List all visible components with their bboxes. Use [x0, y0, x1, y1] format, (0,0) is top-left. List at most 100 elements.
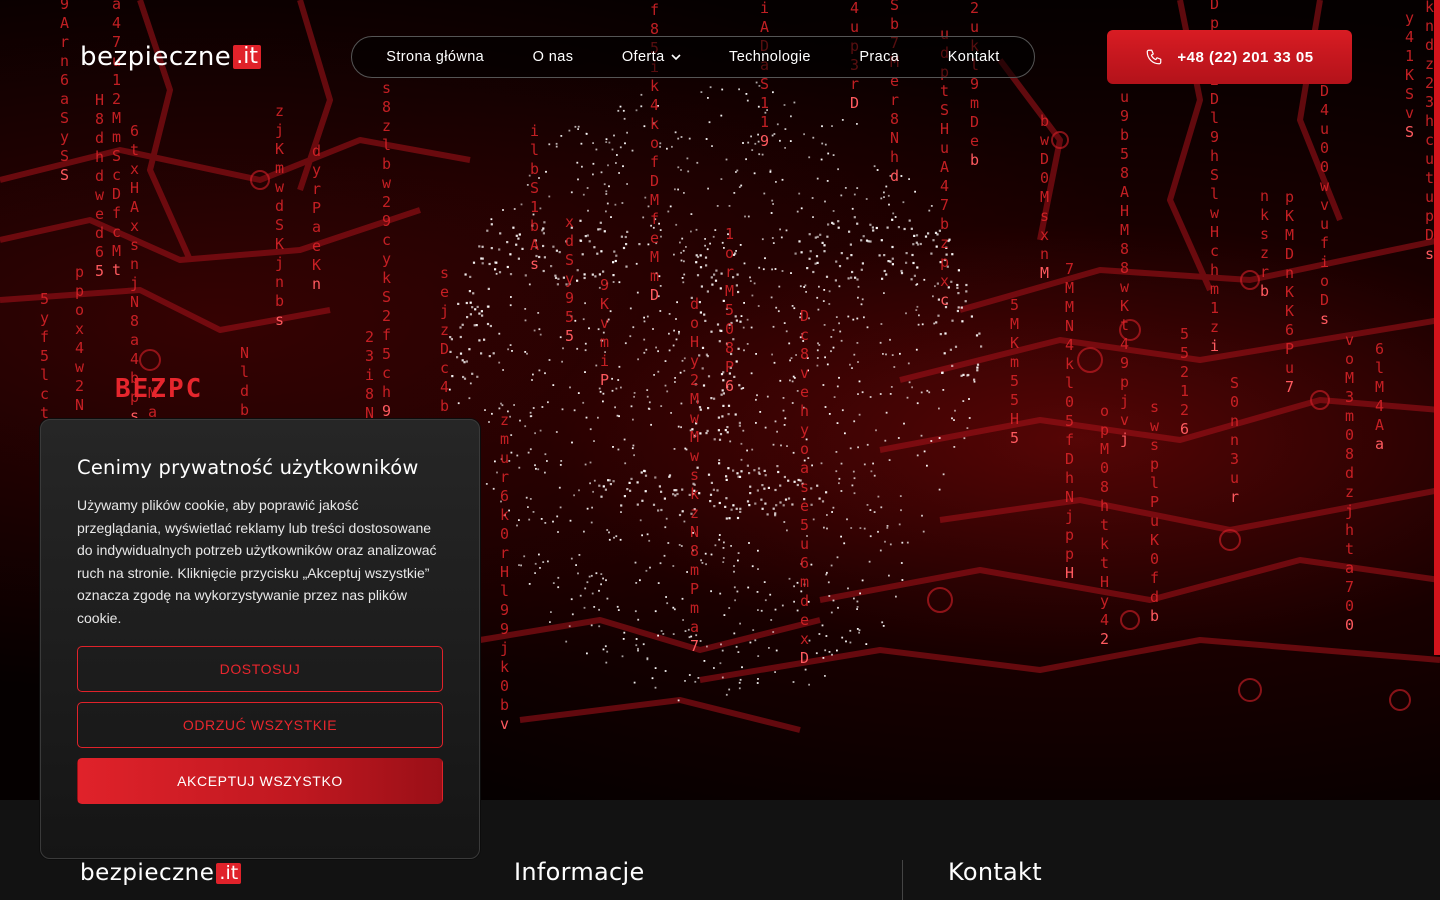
svg-text:1: 1 [1210, 299, 1219, 317]
nav-item-about[interactable]: O nas [533, 49, 574, 65]
svg-text:D: D [650, 286, 659, 304]
cookie-consent-dialog: Cenimy prywatność użytkowników Używamy p… [40, 419, 480, 859]
svg-text:5: 5 [1180, 344, 1189, 362]
svg-text:P: P [600, 371, 609, 389]
svg-text:2: 2 [1425, 74, 1434, 92]
svg-text:m: m [500, 430, 509, 448]
svg-text:w: w [690, 447, 700, 465]
svg-text:D: D [850, 94, 859, 112]
svg-text:M: M [690, 428, 699, 446]
svg-text:j: j [1345, 502, 1354, 520]
svg-text:D: D [440, 340, 449, 358]
svg-text:4: 4 [1120, 335, 1129, 353]
svg-text:a: a [690, 618, 699, 636]
svg-text:p: p [1065, 545, 1074, 563]
svg-text:6: 6 [800, 554, 809, 572]
svg-text:9: 9 [382, 212, 391, 230]
svg-text:z: z [940, 234, 949, 252]
nav-item-home[interactable]: Strona główna [386, 49, 484, 65]
svg-text:m: m [1010, 353, 1019, 371]
svg-text:d: d [565, 232, 574, 250]
svg-text:r: r [500, 544, 509, 562]
svg-text:v: v [600, 314, 609, 332]
svg-text:u: u [940, 139, 949, 157]
svg-text:e: e [800, 383, 809, 401]
svg-text:z: z [690, 504, 699, 522]
svg-text:f: f [1150, 569, 1159, 587]
svg-text:6: 6 [725, 377, 734, 395]
cookie-reject-all-button[interactable]: ODRZUĆ WSZYSTKIE [77, 702, 443, 748]
svg-text:c: c [440, 359, 449, 377]
svg-text:D: D [1210, 0, 1219, 13]
svg-text:h: h [1100, 497, 1109, 515]
svg-text:c: c [382, 364, 391, 382]
svg-text:v: v [1120, 411, 1129, 429]
svg-text:8: 8 [1345, 445, 1354, 463]
svg-text:f: f [1320, 234, 1329, 252]
svg-text:l: l [1210, 109, 1219, 127]
svg-text:e: e [800, 497, 809, 515]
svg-text:A: A [60, 14, 69, 32]
svg-text:8: 8 [382, 98, 391, 116]
svg-text:i: i [760, 0, 769, 17]
phone-call-button[interactable]: +48 (22) 201 33 05 [1107, 30, 1352, 84]
nav-item-technologies[interactable]: Technologie [729, 49, 811, 65]
svg-text:j: j [275, 254, 284, 272]
svg-text:k: k [382, 269, 391, 287]
nav-item-careers[interactable]: Praca [859, 49, 899, 65]
svg-text:x: x [800, 630, 809, 648]
svg-text:S: S [112, 147, 121, 165]
svg-text:0: 0 [1150, 550, 1159, 568]
svg-text:5: 5 [565, 308, 574, 326]
svg-text:S: S [60, 109, 69, 127]
cookie-customize-button[interactable]: DOSTOSUJ [77, 646, 443, 692]
svg-text:x: x [130, 217, 139, 235]
svg-text:8: 8 [800, 345, 809, 363]
svg-text:2: 2 [1180, 401, 1189, 419]
svg-text:t: t [1120, 316, 1129, 334]
svg-text:4: 4 [1405, 28, 1414, 46]
svg-text:0: 0 [725, 320, 734, 338]
svg-text:l: l [500, 582, 509, 600]
svg-text:b: b [382, 155, 391, 173]
svg-text:y: y [1405, 9, 1414, 27]
svg-text:5: 5 [40, 290, 49, 308]
footer-logo[interactable]: bezpieczne .it [80, 860, 242, 886]
svg-text:4: 4 [1375, 397, 1384, 415]
svg-text:A: A [940, 158, 949, 176]
footer-logo-suffix-badge: .it [216, 862, 242, 884]
svg-text:M: M [112, 242, 121, 260]
svg-text:0: 0 [1040, 169, 1049, 187]
svg-text:n: n [1230, 412, 1239, 430]
site-logo[interactable]: bezpieczne .it [80, 42, 262, 72]
svg-text:K: K [1150, 531, 1159, 549]
svg-text:f: f [40, 328, 49, 346]
svg-text:u: u [1320, 215, 1329, 233]
svg-text:K: K [1120, 297, 1129, 315]
svg-text:c: c [940, 291, 949, 309]
svg-text:r: r [725, 263, 734, 281]
svg-text:A: A [1375, 416, 1384, 434]
svg-text:D: D [800, 307, 809, 325]
svg-text:1: 1 [1180, 382, 1189, 400]
svg-text:c: c [112, 166, 121, 184]
svg-text:0: 0 [1100, 459, 1109, 477]
svg-text:M: M [1040, 188, 1049, 206]
svg-text:2: 2 [690, 371, 699, 389]
nav-item-contact[interactable]: Kontakt [948, 49, 1000, 65]
logo-wordmark: bezpieczne [80, 42, 232, 72]
cookie-accept-all-button[interactable]: AKCEPTUJ WSZYSTKO [77, 758, 443, 804]
svg-text:m: m [275, 159, 284, 177]
svg-text:S: S [60, 166, 69, 184]
svg-text:j: j [500, 639, 509, 657]
svg-text:1: 1 [1405, 47, 1414, 65]
svg-text:n: n [1040, 245, 1049, 263]
svg-text:c: c [1425, 131, 1434, 149]
svg-text:i: i [1210, 337, 1219, 355]
svg-text:N: N [240, 344, 249, 362]
svg-text:l: l [40, 366, 49, 384]
svg-text:t: t [130, 141, 139, 159]
svg-text:6: 6 [1285, 321, 1294, 339]
svg-text:4: 4 [1320, 101, 1329, 119]
nav-item-offer[interactable]: Oferta [622, 49, 681, 65]
